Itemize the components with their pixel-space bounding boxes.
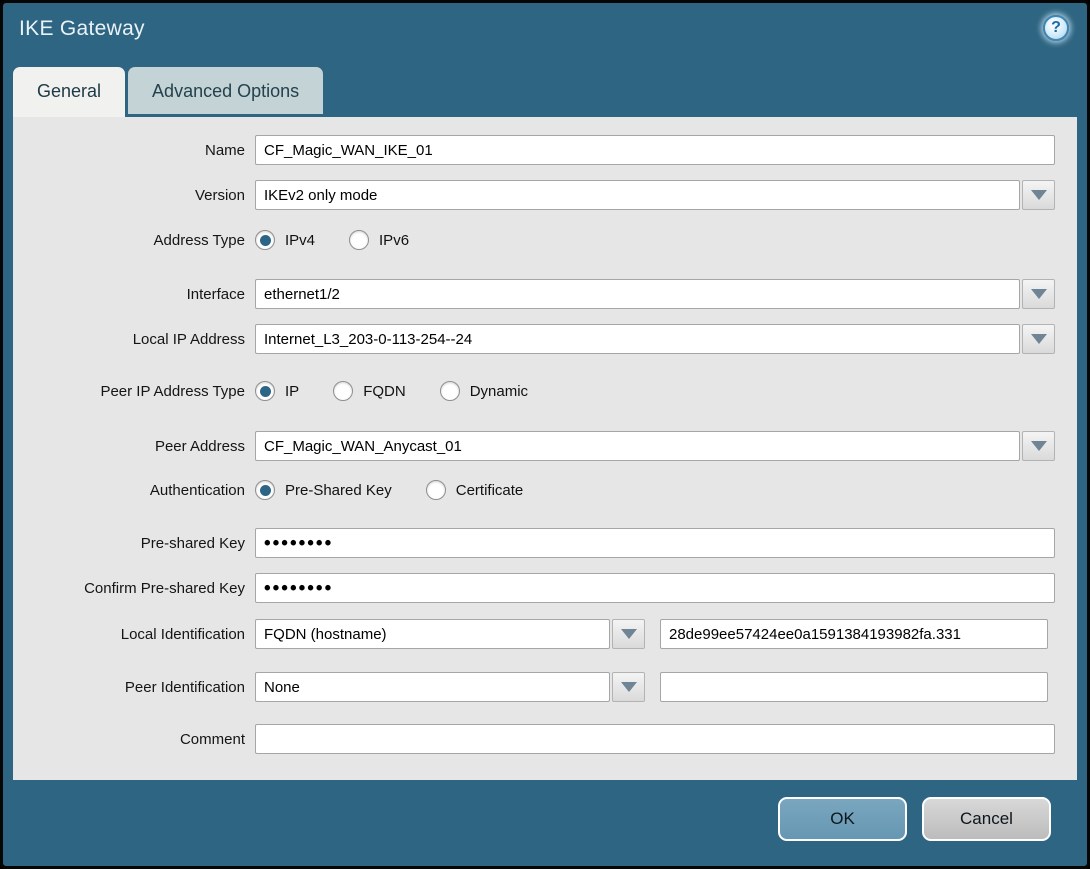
pre-shared-key-label: Pre-shared Key xyxy=(140,534,245,552)
form-row-confirm-pre-shared-key: Confirm Pre-shared Key xyxy=(13,573,1077,603)
radio-label: Pre-Shared Key xyxy=(285,481,392,499)
local-identification-value-input[interactable] xyxy=(660,619,1048,649)
form-row-interface: Interface xyxy=(13,279,1077,309)
radio-label: IPv4 xyxy=(285,231,316,249)
form-row-address-type: Address Type IPv4 IPv6 xyxy=(13,226,1077,254)
local-ip-dropdown-button[interactable] xyxy=(1022,324,1055,354)
radio-label: FQDN xyxy=(363,382,406,400)
name-label: Name xyxy=(204,141,245,159)
address-type-ipv4-radio[interactable]: IPv4 xyxy=(255,230,315,250)
peer-identification-type-input[interactable] xyxy=(255,672,610,702)
form-row-peer-identification: Peer Identification xyxy=(13,672,1077,702)
interface-label: Interface xyxy=(186,285,245,303)
form-row-peer-ip-type: Peer IP Address Type IP FQDN Dynamic xyxy=(13,377,1077,405)
authentication-label: Authentication xyxy=(149,481,245,499)
dialog-titlebar: IKE Gateway ? xyxy=(3,3,1087,61)
address-type-label: Address Type xyxy=(153,231,245,249)
cancel-button[interactable]: Cancel xyxy=(922,797,1051,841)
version-input[interactable] xyxy=(255,180,1020,210)
form-row-comment: Comment xyxy=(13,724,1077,754)
ike-gateway-dialog: IKE Gateway ? General Advanced Options N… xyxy=(0,0,1090,869)
confirm-pre-shared-key-label: Confirm Pre-shared Key xyxy=(84,579,245,597)
radio-selected-icon xyxy=(255,381,275,401)
radio-selected-icon xyxy=(255,230,275,250)
tab-bar: General Advanced Options xyxy=(3,61,1087,117)
form-row-name: Name xyxy=(13,135,1077,165)
version-label: Version xyxy=(194,186,245,204)
form-row-version: Version xyxy=(13,180,1077,210)
radio-unselected-icon xyxy=(439,381,460,401)
tab-general[interactable]: General xyxy=(13,67,126,117)
comment-label: Comment xyxy=(179,730,245,748)
pre-shared-key-input[interactable] xyxy=(255,528,1055,558)
radio-label: IP xyxy=(285,382,300,400)
help-glyph: ? xyxy=(1051,19,1061,36)
peer-address-label: Peer Address xyxy=(154,437,245,455)
form-row-peer-address: Peer Address xyxy=(13,431,1077,461)
chevron-down-icon xyxy=(1030,441,1047,451)
version-dropdown-button[interactable] xyxy=(1022,180,1055,210)
chevron-down-icon xyxy=(1030,334,1047,344)
peer-type-fqdn-radio[interactable]: FQDN xyxy=(333,381,406,401)
peer-address-input[interactable] xyxy=(255,431,1020,461)
dialog-title: IKE Gateway xyxy=(19,17,145,40)
form-row-local-ip: Local IP Address xyxy=(13,324,1077,354)
local-ip-input[interactable] xyxy=(255,324,1020,354)
interface-input[interactable] xyxy=(255,279,1020,309)
chevron-down-icon xyxy=(620,629,637,639)
tab-advanced-options[interactable]: Advanced Options xyxy=(128,67,324,117)
radio-label: IPv6 xyxy=(379,231,410,249)
radio-unselected-icon xyxy=(333,381,354,401)
form-row-local-identification: Local Identification xyxy=(13,619,1077,649)
comment-input[interactable] xyxy=(255,724,1055,754)
radio-selected-icon xyxy=(255,480,275,500)
dialog-footer: OK Cancel xyxy=(3,780,1087,863)
radio-unselected-icon xyxy=(425,480,446,500)
chevron-down-icon xyxy=(620,682,637,692)
radio-label: Dynamic xyxy=(469,382,529,400)
chevron-down-icon xyxy=(1030,190,1047,200)
form-row-pre-shared-key: Pre-shared Key xyxy=(13,528,1077,558)
confirm-pre-shared-key-input[interactable] xyxy=(255,573,1055,603)
peer-type-ip-radio[interactable]: IP xyxy=(255,381,299,401)
peer-identification-label: Peer Identification xyxy=(124,678,245,696)
peer-type-dynamic-radio[interactable]: Dynamic xyxy=(439,381,529,401)
radio-label: Certificate xyxy=(455,481,524,499)
local-identification-label: Local Identification xyxy=(120,625,245,643)
help-question-icon[interactable]: ? xyxy=(1043,15,1069,41)
local-ip-label: Local IP Address xyxy=(132,330,245,348)
local-identification-type-input[interactable] xyxy=(255,619,610,649)
radio-unselected-icon xyxy=(349,230,370,250)
auth-certificate-radio[interactable]: Certificate xyxy=(425,480,524,500)
peer-identification-dropdown-button[interactable] xyxy=(612,672,645,702)
chevron-down-icon xyxy=(1030,289,1047,299)
address-type-ipv6-radio[interactable]: IPv6 xyxy=(349,230,409,250)
name-input[interactable] xyxy=(255,135,1055,165)
auth-pre-shared-key-radio[interactable]: Pre-Shared Key xyxy=(255,480,392,500)
ok-button[interactable]: OK xyxy=(778,797,907,841)
interface-dropdown-button[interactable] xyxy=(1022,279,1055,309)
peer-identification-value-input[interactable] xyxy=(660,672,1048,702)
local-identification-dropdown-button[interactable] xyxy=(612,619,645,649)
general-tab-panel: Name Version Address Type xyxy=(13,117,1077,780)
peer-ip-type-label: Peer IP Address Type xyxy=(100,382,245,400)
form-row-authentication: Authentication Pre-Shared Key Certificat… xyxy=(13,476,1077,504)
peer-address-dropdown-button[interactable] xyxy=(1022,431,1055,461)
